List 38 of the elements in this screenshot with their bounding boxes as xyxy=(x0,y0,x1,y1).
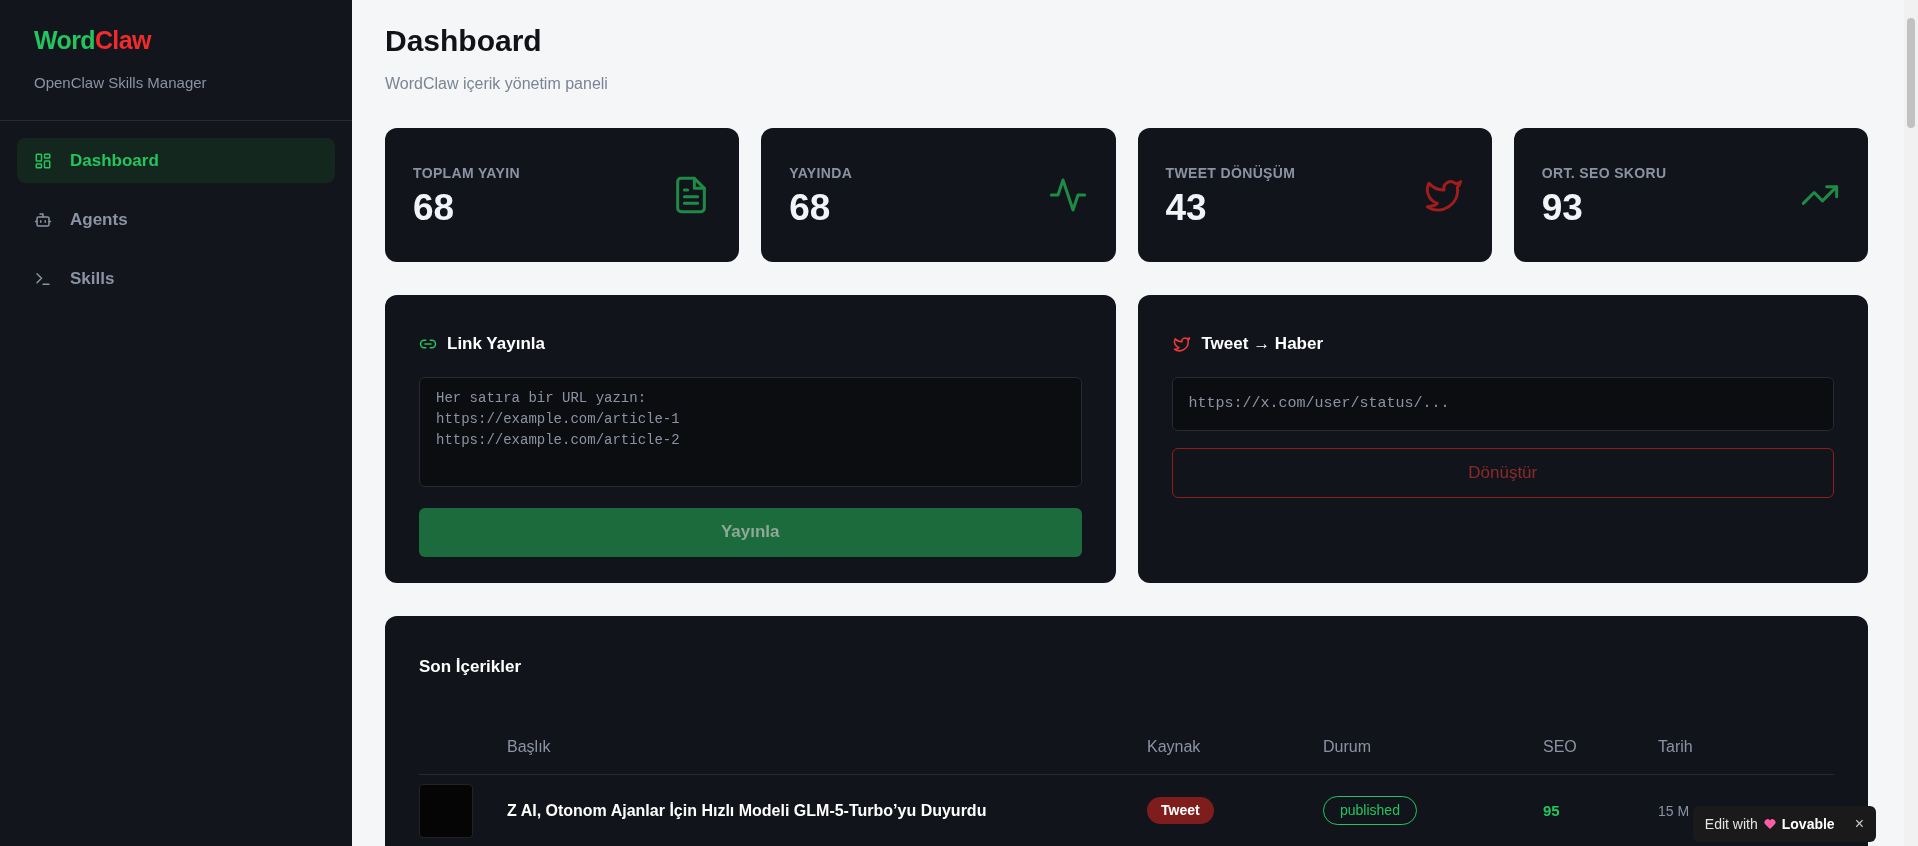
panel-title: Link Yayınla xyxy=(447,333,545,355)
bird-icon xyxy=(1171,334,1192,353)
column-header: SEO xyxy=(1543,737,1577,755)
column-header: Başlık xyxy=(507,737,551,755)
close-button[interactable]: × xyxy=(1854,812,1864,836)
panel-title: Tweet → Haber xyxy=(1201,333,1324,355)
stat-value: 68 xyxy=(413,185,456,230)
source-badge: Tweet xyxy=(1147,797,1214,824)
tweet-url-field[interactable]: https://x.com/user/status/... xyxy=(1171,376,1834,431)
heart-icon xyxy=(1763,818,1776,830)
badge-brand: Lovable xyxy=(1781,814,1835,834)
nav-item[interactable]: Agents xyxy=(17,197,335,242)
badge-text: Edit with xyxy=(1704,814,1758,834)
content-title[interactable]: Z AI, Otonom Ajanlar İçin Hızlı Modeli GLM-5-Turbo’yu Duyurdu xyxy=(507,801,987,819)
date-text: 15 M xyxy=(1658,802,1690,819)
column-header: Kaynak xyxy=(1147,737,1201,755)
stat-value: 68 xyxy=(789,185,832,230)
card-title: Son İçerikler xyxy=(419,656,523,678)
brand-logo: WordClaw xyxy=(34,25,153,56)
nav-item[interactable]: Dashboard xyxy=(17,138,335,183)
seo-score: 95 xyxy=(1543,801,1560,819)
nav-item[interactable]: Skills xyxy=(17,256,335,301)
stat-value: 43 xyxy=(1165,185,1208,230)
column-header: Durum xyxy=(1323,737,1371,755)
page-title: Dashboard xyxy=(385,23,543,59)
stat-label: YAYINDA xyxy=(789,163,853,183)
url-textarea[interactable]: Her satıra bir URL yazın: https://example.com/article-1 https://example.com/article-2 xyxy=(419,376,1082,487)
thumbnail-image xyxy=(419,783,473,838)
brand-subtitle: OpenClaw Skills Manager xyxy=(34,72,208,93)
page-subtitle: WordClaw içerik yönetim paneli xyxy=(385,74,609,94)
column-header: Tarih xyxy=(1658,737,1693,755)
stat-label: ORT. SEO SKORU xyxy=(1541,163,1667,183)
stat-label: TWEET DÖNÜŞÜM xyxy=(1165,163,1296,183)
dashboard-icon xyxy=(34,151,52,170)
edit-badge[interactable]: Edit with Lovable × xyxy=(1692,806,1876,842)
stat-value: 93 xyxy=(1541,185,1584,230)
stat-label: TOPLAM YAYIN xyxy=(413,163,520,183)
robot-icon xyxy=(34,210,52,229)
